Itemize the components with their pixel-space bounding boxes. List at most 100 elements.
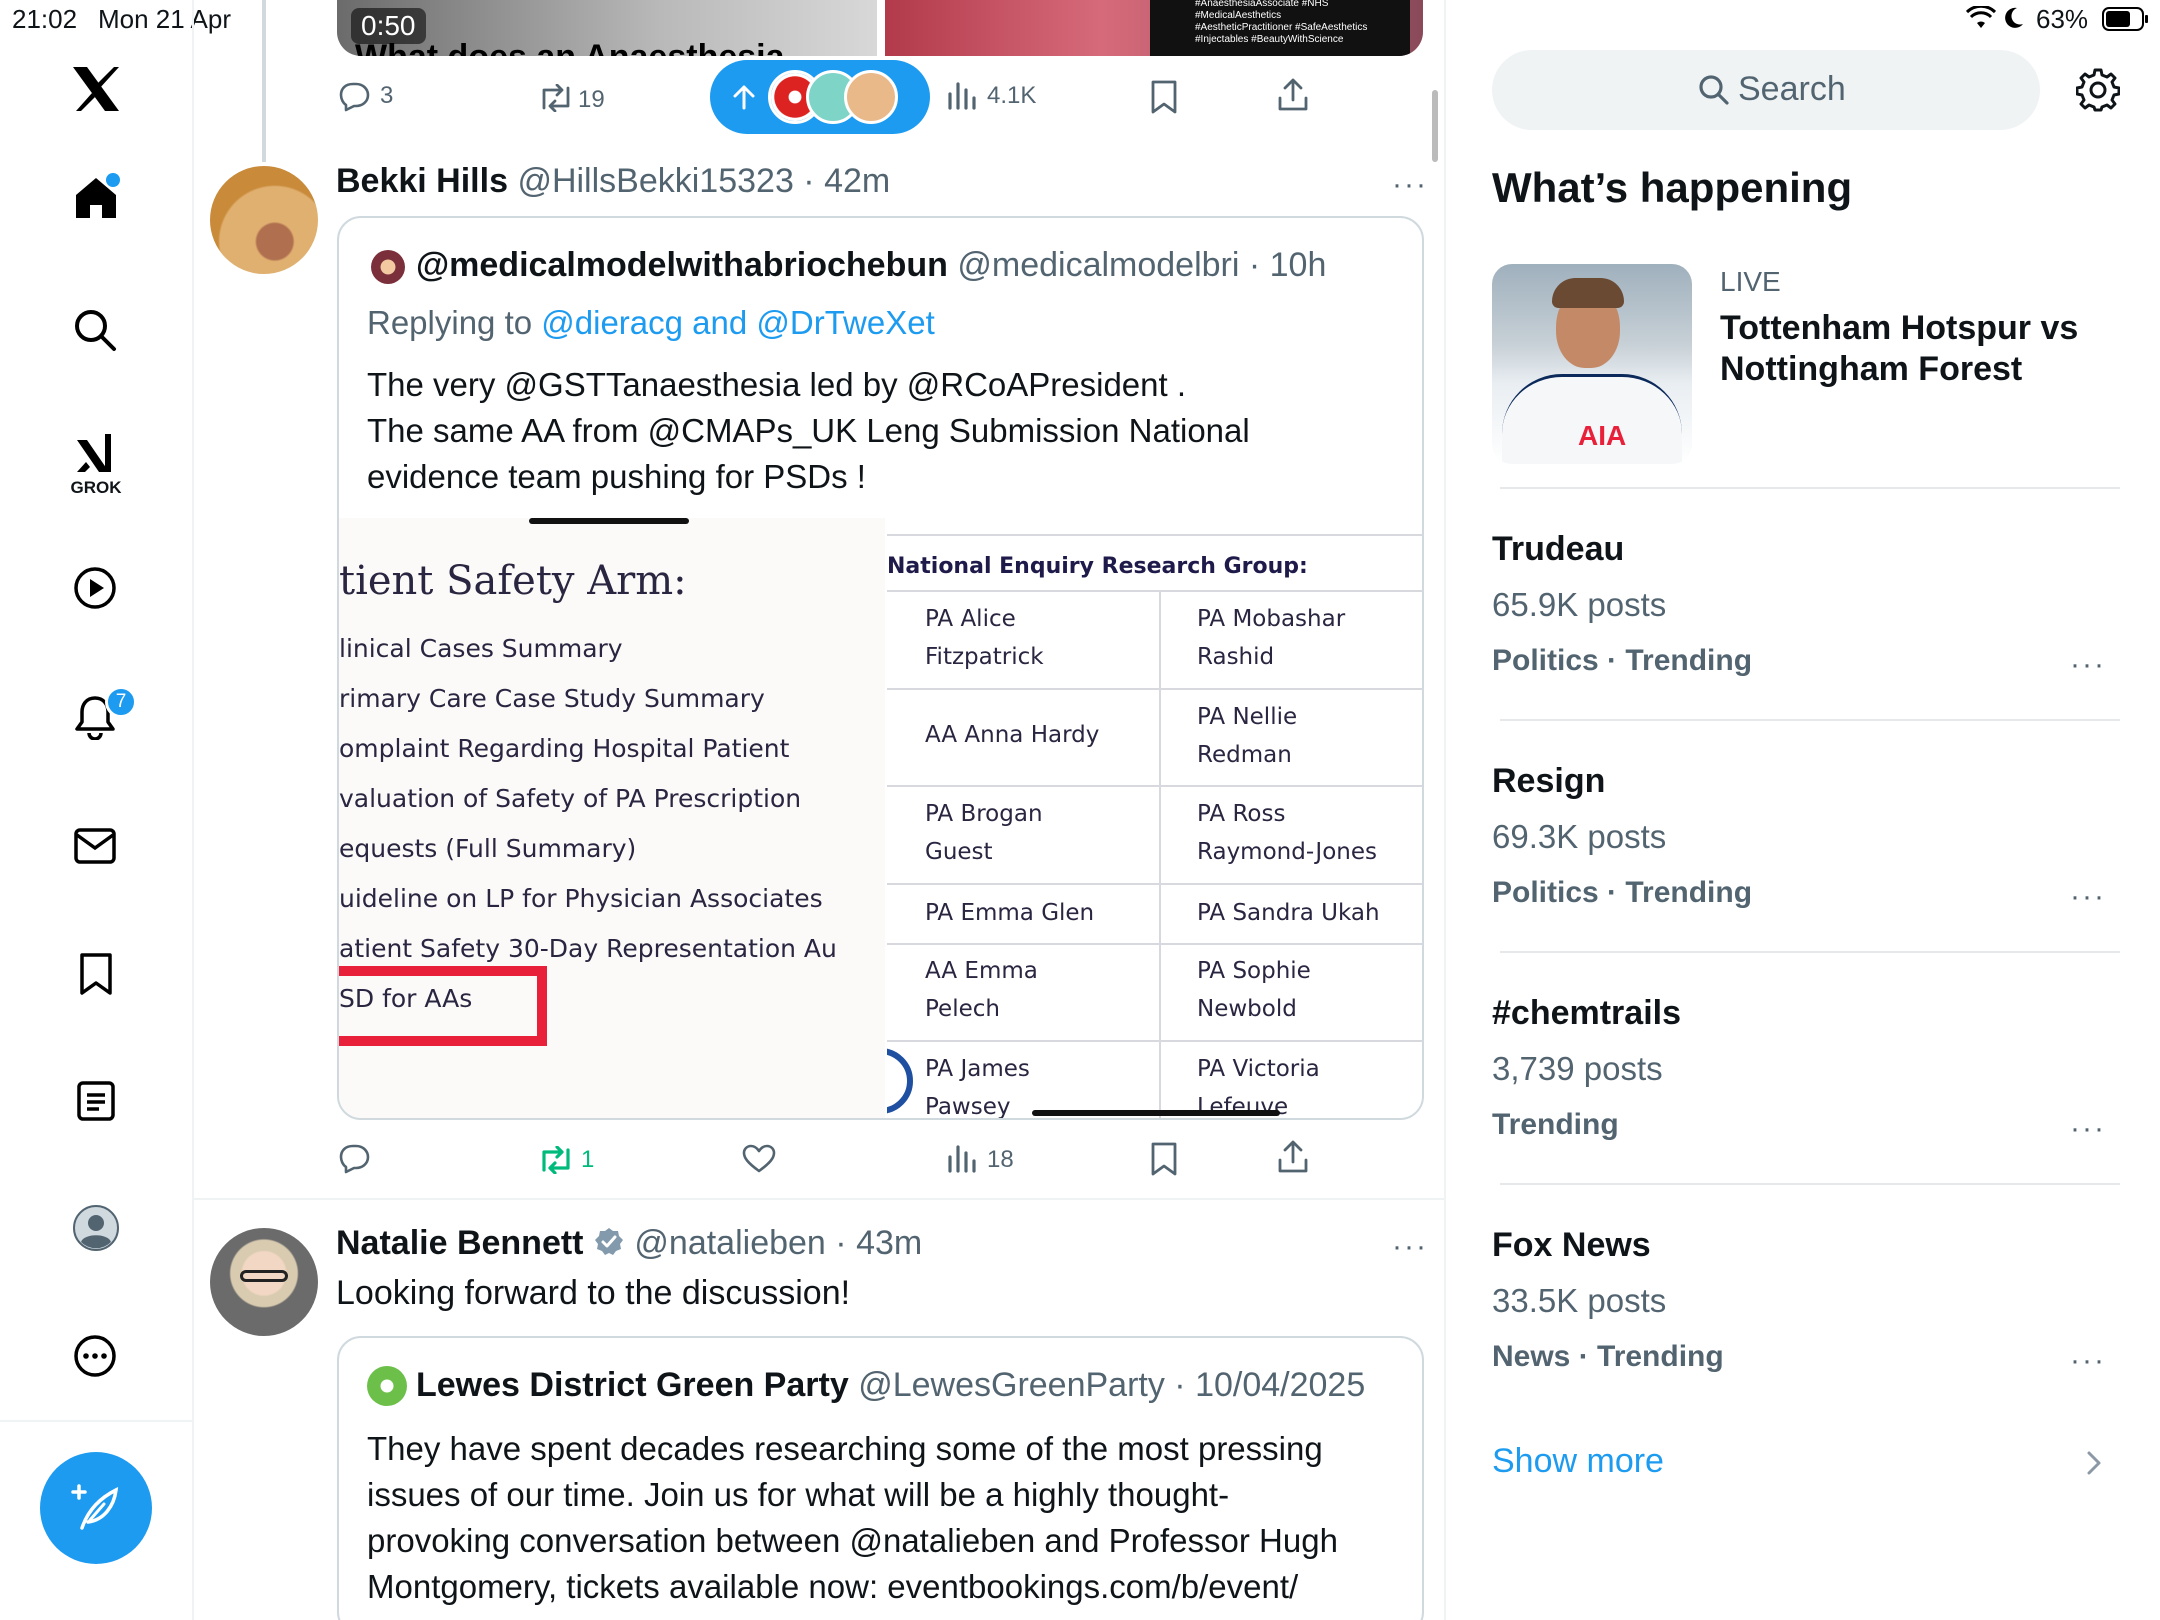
bookmark-icon[interactable] xyxy=(1150,80,1178,114)
thumb-hashtag: #AnaesthesiaAssociate #NHS xyxy=(1195,0,1329,9)
verified-badge-icon xyxy=(593,1226,625,1258)
quoted-text-line: issues of our time. Join us for what wil… xyxy=(367,1476,1230,1513)
trend-item[interactable]: #chemtrails 3,739 posts Trending ··· xyxy=(1492,984,2112,1174)
quoted-text: The very @GSTTanaesthesia led by @RCoAPr… xyxy=(367,362,1250,500)
doc-item: equests (Full Summary) xyxy=(339,834,637,863)
profile-avatar-icon[interactable] xyxy=(72,1204,120,1252)
share-icon[interactable] xyxy=(1277,78,1309,112)
thumb-hashtag: #AestheticPractitioner #SafeAesthetics xyxy=(1195,22,1368,33)
author-handle[interactable]: @HillsBekki15323 xyxy=(517,162,793,200)
trend-count: 33.5K posts xyxy=(1492,1282,1667,1319)
x-logo-icon[interactable] xyxy=(70,64,122,114)
new-posts-pill[interactable] xyxy=(710,60,930,134)
post-text: Looking forward to the discussion! xyxy=(336,1274,851,1312)
reply-count: 3 xyxy=(380,82,394,109)
more-options-icon[interactable]: ··· xyxy=(2070,650,2106,680)
table-title: National Enquiry Research Group: xyxy=(887,554,1308,579)
thumb-hashtag: #Injectables #BeautyWithScience xyxy=(1195,34,1344,45)
doc-heading: tient Safety Arm: xyxy=(339,558,687,604)
repost-icon[interactable] xyxy=(538,84,574,112)
grok-icon[interactable] xyxy=(72,428,120,476)
post-time[interactable]: 43m xyxy=(856,1224,922,1262)
more-options-icon[interactable] xyxy=(73,1334,117,1378)
video-play-icon[interactable] xyxy=(73,566,117,610)
table-cell: PA Nellie Redman xyxy=(1197,704,1298,768)
live-event-title[interactable]: Tottenham Hotspur vs Nottingham Forest xyxy=(1720,308,2078,390)
trend-title: #chemtrails xyxy=(1492,994,1681,1032)
more-options-icon[interactable]: ··· xyxy=(1392,1232,1428,1262)
trend-item[interactable]: Trudeau 65.9K posts Politics · Trending … xyxy=(1492,520,2112,710)
quoted-handle: @LewesGreenParty xyxy=(858,1366,1165,1404)
share-icon[interactable] xyxy=(1277,1140,1309,1174)
status-date: Mon 21 Apr xyxy=(98,4,231,34)
author-handle[interactable]: @natalieben xyxy=(634,1224,825,1262)
grok-label: GROK xyxy=(70,478,122,497)
repost-icon[interactable] xyxy=(538,1146,574,1174)
repost-count: 1 xyxy=(581,1146,595,1173)
settings-gear-icon[interactable] xyxy=(2076,68,2120,112)
doc-item: SD for AAs xyxy=(339,984,473,1013)
live-title-line: Tottenham Hotspur vs xyxy=(1720,309,2079,347)
trend-title: Trudeau xyxy=(1492,530,1625,568)
quoted-author: @medicalmodelwithabriochebun xyxy=(416,246,948,284)
reply-icon[interactable] xyxy=(337,1142,371,1174)
more-options-icon[interactable]: ··· xyxy=(1392,170,1428,200)
quoted-text-line: evidence team pushing for PSDs ! xyxy=(367,458,866,495)
search-icon[interactable] xyxy=(73,308,117,352)
table-cell: AA Emma Pelech xyxy=(925,958,1038,1022)
quoted-time: 10h xyxy=(1269,246,1327,284)
trend-category: Politics · Trending xyxy=(1492,876,1753,909)
table-image[interactable]: National Enquiry Research Group: PA Alic… xyxy=(887,518,1422,1118)
post-time[interactable]: 42m xyxy=(824,162,890,200)
search-input[interactable]: Search xyxy=(1492,50,2040,130)
mail-icon[interactable] xyxy=(73,826,117,866)
quoted-date: 10/04/2025 xyxy=(1195,1366,1366,1404)
compose-button[interactable] xyxy=(40,1452,152,1564)
table-cell: PA Sandra Ukah xyxy=(1197,900,1380,926)
quoted-text-line: provoking conversation between @natalieb… xyxy=(367,1522,1338,1559)
arrow-up-icon xyxy=(732,84,756,110)
replying-to-handles[interactable]: @dieracg and @DrTweXet xyxy=(541,304,935,341)
trend-category: News · Trending xyxy=(1492,1340,1724,1373)
like-heart-icon[interactable] xyxy=(742,1144,776,1174)
separator-dot: · xyxy=(1164,1366,1196,1404)
battery-percent: 63% xyxy=(2036,4,2089,34)
table-cell: AA Anna Hardy xyxy=(925,722,1100,748)
image-thumbnail[interactable]: #AnaesthesiaAssociate #NHS #MedicalAesth… xyxy=(885,0,1423,56)
views-icon[interactable] xyxy=(946,1145,976,1173)
shirt-sponsor-text: AIA xyxy=(1578,420,1627,451)
lists-icon[interactable] xyxy=(76,1080,116,1122)
trend-item[interactable]: Fox News 33.5K posts News · Trending ··· xyxy=(1492,1216,2112,1406)
quoted-post-card[interactable]: Lewes District Green Party @LewesGreenPa… xyxy=(337,1336,1424,1620)
live-event-image[interactable]: AIA xyxy=(1492,264,1692,464)
video-caption: What does an Anaesthesia... xyxy=(355,38,813,56)
author-avatar[interactable] xyxy=(210,1228,318,1336)
more-options-icon[interactable]: ··· xyxy=(2070,1114,2106,1144)
trend-category: Trending xyxy=(1492,1108,1619,1141)
reply-icon[interactable] xyxy=(337,80,371,112)
separator-dot: · xyxy=(793,162,825,200)
bookmark-icon[interactable] xyxy=(78,952,114,996)
trend-item[interactable]: Resign 69.3K posts Politics · Trending ·… xyxy=(1492,752,2112,942)
thumb-hashtag: #MedicalAesthetics xyxy=(1195,10,1282,21)
author-name[interactable]: Bekki Hills xyxy=(336,162,508,200)
quoted-post-card[interactable]: @medicalmodelwithabriochebun @medicalmod… xyxy=(337,216,1424,1120)
more-options-icon[interactable]: ··· xyxy=(2070,1346,2106,1376)
author-name[interactable]: Natalie Bennett xyxy=(336,1224,584,1262)
quoted-handle: @medicalmodelbri xyxy=(957,246,1240,284)
quoted-text-line: The very @GSTTanaesthesia led by @RCoAPr… xyxy=(367,366,1187,403)
document-image[interactable]: tient Safety Arm: linical Cases Summary … xyxy=(339,518,885,1118)
sidebar-divider xyxy=(1500,951,2120,953)
doc-item: atient Safety 30-Day Representation Au xyxy=(339,934,837,963)
replying-prefix: Replying to xyxy=(367,304,542,341)
scrollbar[interactable] xyxy=(1432,90,1438,162)
more-options-icon[interactable]: ··· xyxy=(2070,882,2106,912)
table-cell: PA Sophie Newbold xyxy=(1197,958,1311,1022)
quoted-text-line: They have spent decades researching some… xyxy=(367,1430,1323,1467)
views-icon[interactable] xyxy=(946,82,976,110)
quoted-text-line: The same AA from @CMAPs_UK Leng Submissi… xyxy=(367,412,1250,449)
video-thumbnail[interactable]: 0:50 What does an Anaesthesia... xyxy=(337,0,877,56)
author-avatar[interactable] xyxy=(210,166,318,274)
bookmark-icon[interactable] xyxy=(1150,1142,1178,1176)
show-more-link[interactable]: Show more xyxy=(1492,1434,2112,1494)
